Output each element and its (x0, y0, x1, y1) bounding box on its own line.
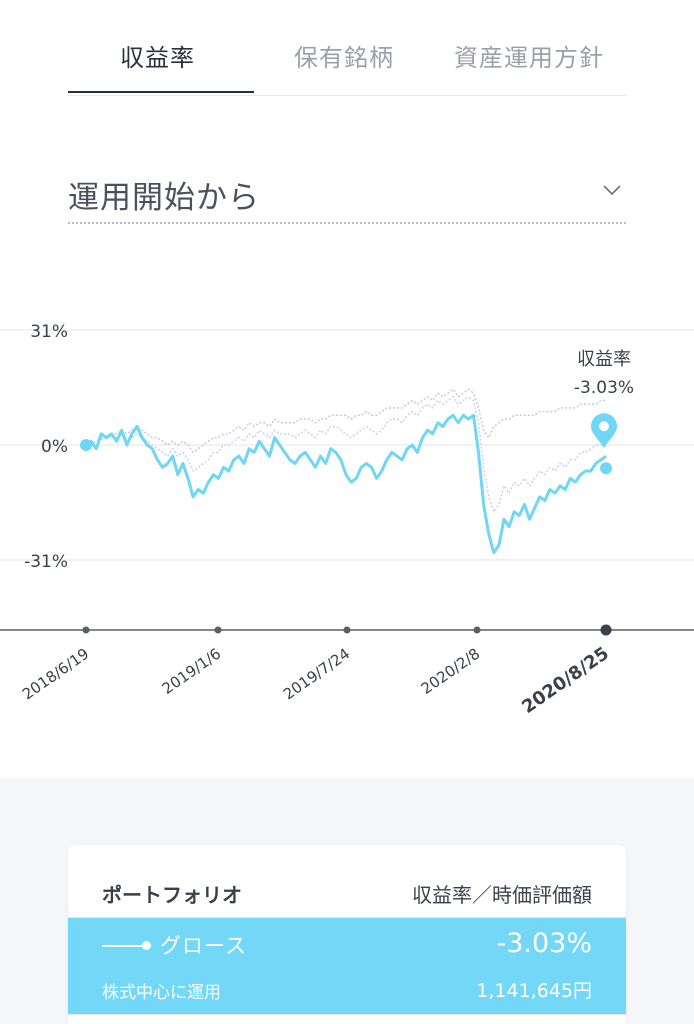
portfolio-row-amount: 1,141,645 (476, 980, 573, 1002)
x-tick-dot (214, 626, 222, 634)
x-tick-dot (600, 624, 612, 636)
x-tick-label: 2018/6/19 (19, 645, 92, 704)
portfolio-row-description: 株式中心に運用 (102, 983, 221, 1003)
portfolio-row-unit: 円 (572, 980, 592, 1002)
portfolio-row-growth[interactable]: グロース -3.03% 株式中心に運用 1,141,645円 (68, 918, 626, 1014)
return-chart[interactable]: 31% 0% -31% 収益率 -3.03% 2018/6/19 2019/1/6 2019/… (0, 300, 694, 740)
tooltip-label: 収益率 (577, 349, 631, 370)
card-divider-bottom (68, 1014, 626, 1015)
tab-holdings[interactable]: 保有銘柄 (294, 38, 394, 73)
series-line-benchmark (85, 396, 607, 513)
chevron-down-icon (603, 185, 621, 196)
portfolio-row-rate: -3.03% (496, 928, 592, 959)
y-tick-label: 31% (30, 322, 68, 342)
location-pin-center (599, 421, 609, 432)
x-tick-dot (82, 626, 90, 634)
y-tick-label: -31% (24, 552, 68, 572)
return-chart-svg: 31% 0% -31% 収益率 -3.03% 2018/6/19 2019/1/6 2019/… (0, 322, 694, 718)
portfolio-card: ポートフォリオ 収益率／時価評価額 グロース -3.03% 株式中心に運用 1,… (68, 845, 626, 1024)
portfolio-header-columns: 収益率／時価評価額 (412, 883, 592, 907)
x-tick-label: 2019/7/24 (280, 645, 353, 704)
period-selector-label: 運用開始から (68, 180, 260, 216)
x-tick-dot (473, 626, 481, 634)
series-start-dot (80, 439, 92, 451)
active-tab-indicator (68, 91, 254, 93)
x-tick-label: 2020/2/8 (418, 645, 484, 698)
period-selector[interactable]: 運用開始から (68, 166, 626, 224)
legend-dot-icon (142, 941, 151, 950)
tab-investment-policy[interactable]: 資産運用方針 (454, 38, 604, 73)
portfolio-row-value: 1,141,645円 (476, 976, 592, 1003)
series-line-benchmark (85, 388, 606, 454)
series-end-dot (600, 462, 612, 475)
portfolio-header-title: ポートフォリオ (102, 883, 242, 907)
tab-bar: 収益率 保有銘柄 資産運用方針 (68, 0, 626, 96)
x-tick-label: 2019/1/6 (159, 645, 225, 698)
x-tick-dot (343, 626, 351, 634)
legend-line-icon (102, 945, 146, 947)
portfolio-row-name: グロース (160, 934, 247, 958)
tab-return[interactable]: 収益率 (120, 38, 195, 73)
y-tick-label: 0% (41, 437, 68, 457)
x-tick-label-selected: 2020/8/25 (518, 643, 613, 718)
tooltip-value: -3.03% (574, 378, 634, 398)
